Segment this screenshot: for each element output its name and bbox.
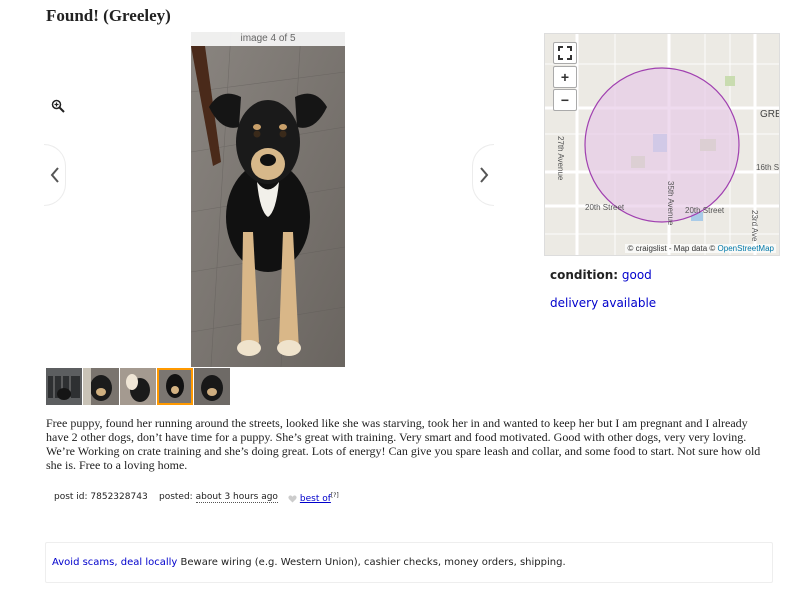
thumbnail-1[interactable] [46, 368, 82, 405]
delivery-attribute: delivery available [550, 296, 656, 310]
osm-link[interactable]: OpenStreetMap [718, 244, 774, 253]
map-street-label: 27th Avenue [556, 136, 565, 181]
fullscreen-icon [558, 46, 572, 60]
best-of: best of[?] [288, 492, 339, 504]
posted-time-value: about 3 hours ago [195, 492, 278, 503]
location-map[interactable]: + − 27th Avenue 35th Avenue 20th Street … [544, 33, 780, 256]
heart-icon[interactable] [288, 494, 297, 503]
best-of-link[interactable]: best of [300, 494, 331, 504]
chevron-right-icon [479, 167, 488, 183]
posted-label: posted: [159, 492, 193, 502]
safety-notice: Avoid scams, deal locally Beware wiring … [45, 542, 773, 583]
delivery-link[interactable]: delivery available [550, 296, 656, 310]
condition-label: condition: [550, 268, 619, 282]
posted-time: posted: about 3 hours ago [159, 492, 278, 503]
chevron-left-icon [50, 167, 59, 183]
thumbnail-4[interactable] [157, 368, 193, 405]
map-street-label: 20th Street [685, 206, 725, 215]
thumbnail-strip [46, 368, 230, 405]
zoom-in-icon[interactable] [51, 99, 65, 113]
map-city-label: GRE [760, 109, 780, 120]
map-street-label: 35th Avenue [666, 181, 675, 226]
safety-notice-text: Beware wiring (e.g. Western Union), cash… [177, 557, 566, 568]
posting-title: Found! (Greeley) [46, 6, 171, 25]
condition-value-link[interactable]: good [622, 268, 652, 282]
post-id: post id: 7852328743 [54, 492, 148, 502]
thumbnail-2[interactable] [83, 368, 119, 405]
avoid-scams-link[interactable]: Avoid scams, deal locally [52, 557, 177, 568]
map-attribution: © craigslist - Map data © OpenStreetMap [625, 244, 776, 253]
map-fullscreen-button[interactable] [553, 42, 577, 64]
best-of-help[interactable]: [?] [331, 492, 339, 499]
map-zoom-in-button[interactable]: + [553, 66, 577, 88]
condition-attribute: condition: good [550, 268, 652, 282]
map-street-label: 20th Street [585, 203, 625, 212]
map-street-label: 23rd Ave [750, 210, 759, 242]
posting-body: Free puppy, found her running around the… [46, 416, 761, 472]
gallery-prev-button[interactable] [44, 144, 66, 206]
map-zoom-out-button[interactable]: − [553, 89, 577, 111]
gallery-next-button[interactable] [472, 144, 494, 206]
main-dog-photo[interactable] [191, 32, 345, 367]
thumbnail-5[interactable] [194, 368, 230, 405]
map-street-label: 16th St [756, 163, 780, 172]
image-counter: image 4 of 5 [191, 32, 345, 46]
thumbnail-3[interactable] [120, 368, 156, 405]
